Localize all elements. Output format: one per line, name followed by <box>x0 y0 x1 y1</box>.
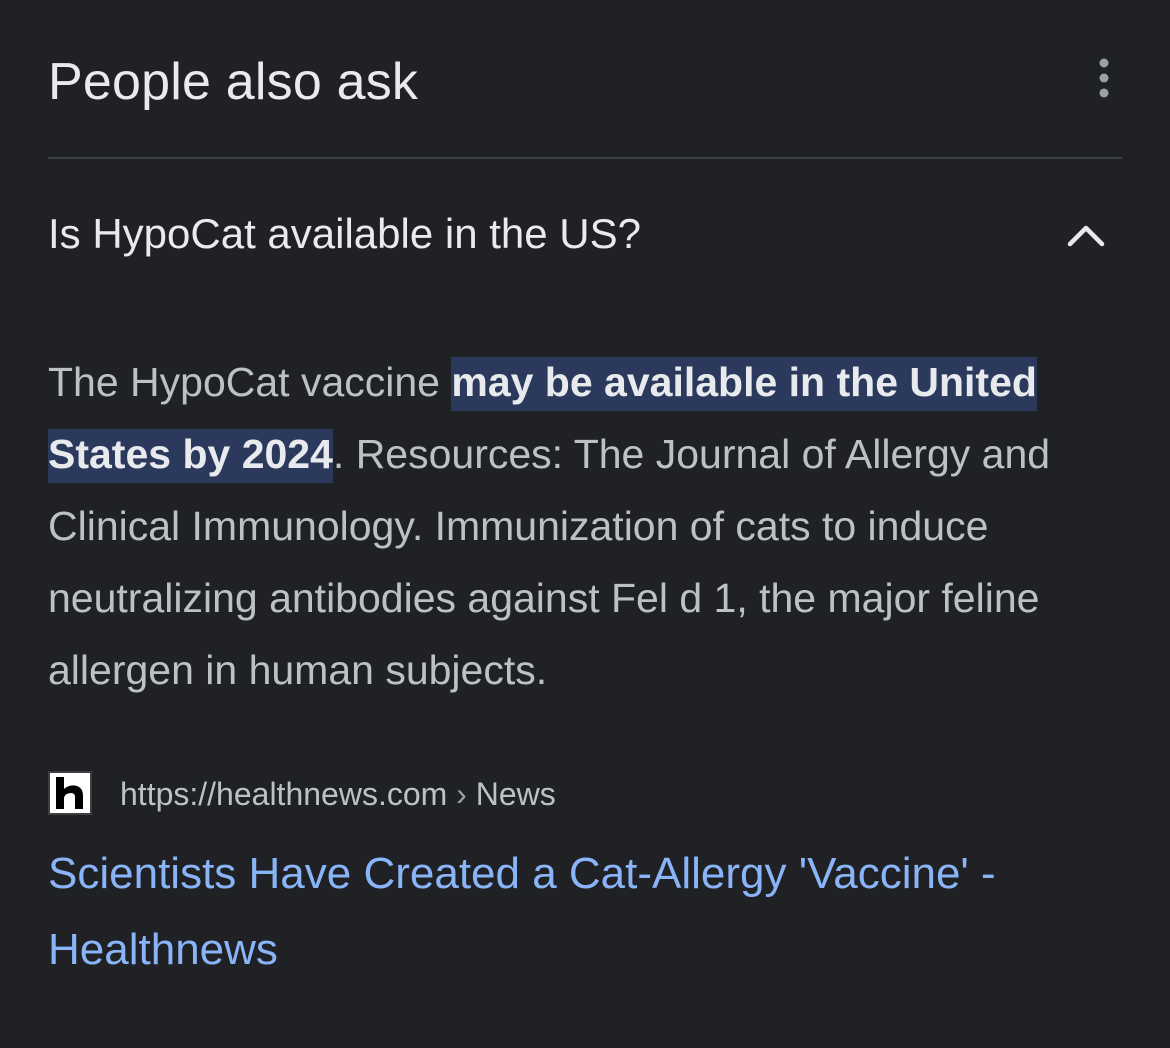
chevron-up-icon[interactable] <box>1066 216 1106 252</box>
divider <box>48 157 1122 159</box>
source-citation[interactable]: https://healthnews.com › News <box>48 770 1122 820</box>
more-vert-icon[interactable] <box>1094 58 1114 98</box>
breadcrumb-separator: › <box>447 776 476 812</box>
question-text: Is HypoCat available in the US? <box>48 210 641 257</box>
healthnews-logo-icon <box>48 771 92 815</box>
source-domain: https://healthnews.com <box>120 776 448 812</box>
question-accordion[interactable]: Is HypoCat available in the US? <box>48 196 1122 272</box>
result-title-link[interactable]: Scientists Have Created a Cat-Allergy 'V… <box>48 836 1128 988</box>
section-title: People also ask <box>48 53 419 111</box>
source-breadcrumb: News <box>475 776 556 812</box>
source-url: https://healthnews.com › News <box>120 770 556 818</box>
answer-prefix: The HypoCat vaccine <box>48 359 452 405</box>
people-also-ask-header: People also ask <box>48 46 1122 126</box>
answer-snippet: The HypoCat vaccine may be available in … <box>48 346 1128 706</box>
